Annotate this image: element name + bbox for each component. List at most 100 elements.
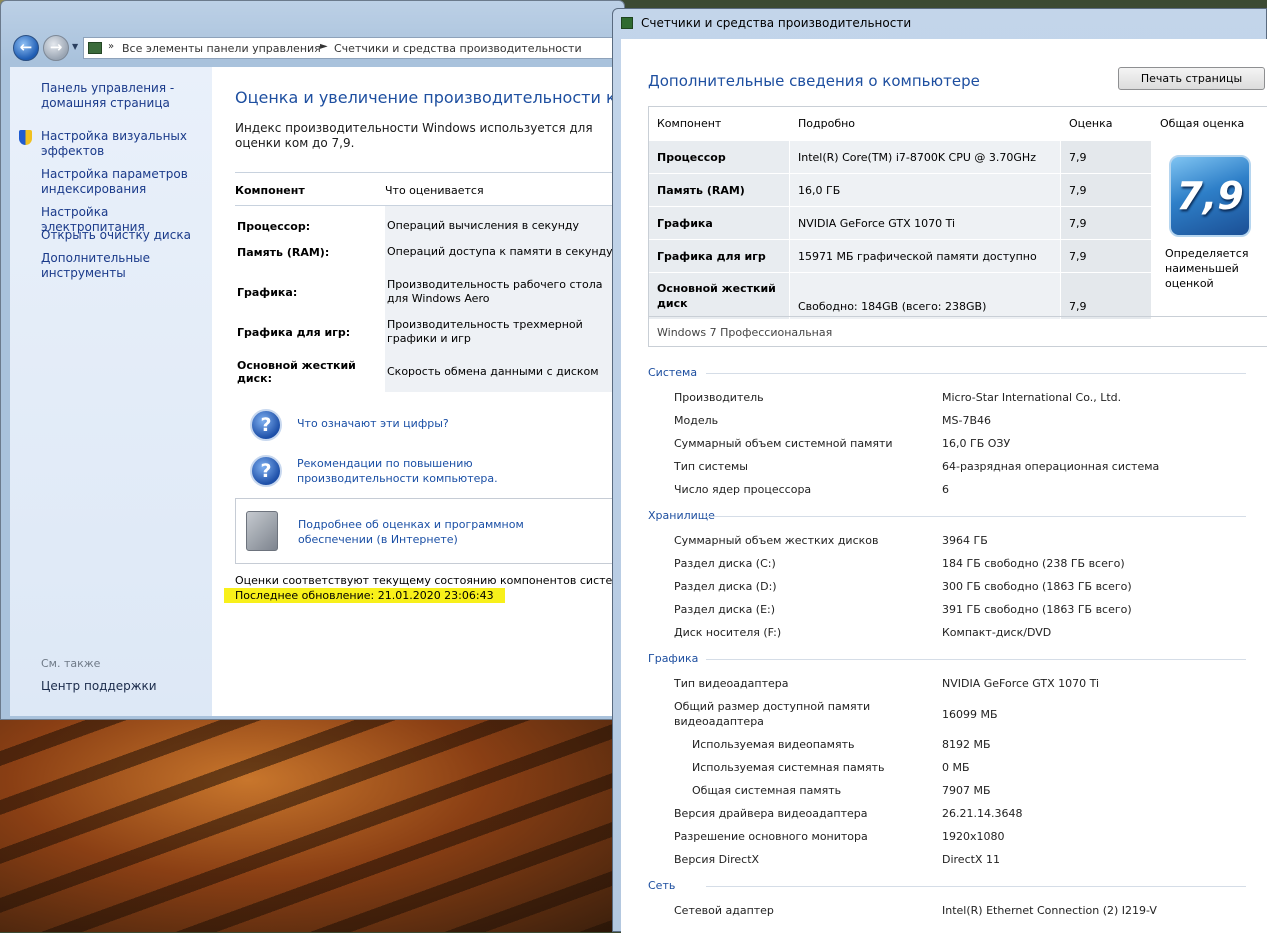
- software-box-icon: [246, 511, 278, 551]
- table-row: Память (RAM) 16,0 ГБ 7,9: [649, 174, 1151, 206]
- help-icon: ?: [250, 409, 282, 441]
- header-rated: Что оценивается: [385, 184, 484, 197]
- component-score: 7,9: [1061, 174, 1151, 206]
- graphics-shared-memory-label: Общая системная память: [692, 784, 842, 797]
- improve-performance-link[interactable]: Рекомендации по повышению производительн…: [297, 456, 537, 486]
- table-row: Графика для игр 15971 МБ графической пам…: [649, 240, 1151, 272]
- row-label: Основной жесткий диск:: [237, 359, 356, 385]
- component-details: Intel(R) Core(TM) i7-8700K CPU @ 3.70GHz: [790, 141, 1060, 173]
- wallpaper-ground: [0, 715, 620, 932]
- component-name: Память (RAM): [649, 174, 789, 206]
- breadcrumb-item-performance[interactable]: Счетчики и средства производительности: [334, 42, 582, 55]
- back-button[interactable]: ←: [13, 35, 39, 61]
- forward-button[interactable]: →: [43, 35, 69, 61]
- table-row: Основной жесткий диск: Скорость обмена д…: [235, 352, 615, 392]
- section-storage-title: Хранилище: [648, 509, 1248, 522]
- component-score: 7,9: [1061, 273, 1151, 319]
- window-title: Счетчики и средства производительности: [641, 16, 912, 30]
- storage-c-value: 184 ГБ свободно (238 ГБ всего): [942, 557, 1125, 570]
- sidebar-item-visual-effects[interactable]: Настройка визуальных эффектов: [19, 129, 206, 159]
- storage-f-label: Диск носителя (F:): [674, 626, 782, 639]
- graphics-video-memory-value: 8192 МБ: [942, 738, 991, 751]
- control-panel-icon: [88, 42, 102, 54]
- breadcrumb-item-all-items[interactable]: Все элементы панели управления: [122, 42, 321, 55]
- main-panel: Оценка и увеличение производительности к…: [224, 67, 624, 716]
- see-also-label: См. также: [41, 657, 101, 670]
- print-page-button[interactable]: Печать страницы: [1118, 67, 1265, 90]
- network-adapter-label: Сетевой адаптер: [674, 904, 774, 917]
- graphics-resolution-label: Разрешение основного монитора: [674, 830, 868, 843]
- section-graphics-title: Графика: [648, 652, 1248, 665]
- graphics-resolution-value: 1920x1080: [942, 830, 1005, 843]
- what-numbers-mean-link[interactable]: Что означают эти цифры?: [297, 416, 449, 431]
- breadcrumb-separator-icon[interactable]: »: [108, 41, 114, 52]
- storage-total-label: Суммарный объем жестких дисков: [674, 534, 879, 547]
- base-score-badge: 7,9: [1169, 155, 1251, 237]
- forward-arrow-icon: →: [49, 38, 63, 56]
- graphics-total-memory-label: Общий размер доступной памяти видеоадапт…: [674, 700, 871, 728]
- header-base-score: Общая оценка: [1160, 117, 1245, 130]
- sidebar-item-disk-cleanup[interactable]: Открыть очистку диска: [41, 228, 206, 243]
- graphics-adapter-label: Тип видеоадаптера: [674, 677, 789, 690]
- table-row: Основной жесткий диск Свободно: 184GB (в…: [649, 273, 1151, 319]
- base-score-note: Определяется наименьшей оценкой: [1165, 247, 1249, 290]
- row-description: Скорость обмена данными с диском: [385, 352, 615, 392]
- details-heading: Дополнительные сведения о компьютере: [648, 72, 980, 90]
- sidebar-item-home[interactable]: Панель управления - домашняя страница: [41, 81, 206, 111]
- address-bar: ← → ▼ » Все элементы панели управления ►…: [9, 33, 624, 63]
- score-table-header: Компонент Подробно Оценка Общая оценка: [649, 107, 1267, 140]
- header-score: Оценка: [1069, 117, 1113, 130]
- graphics-directx-value: DirectX 11: [942, 853, 1000, 866]
- component-score: 7,9: [1061, 141, 1151, 173]
- table-row: Графика для игр: Производительность трех…: [235, 312, 615, 352]
- system-cores-label: Число ядер процессора: [674, 483, 812, 496]
- graphics-system-memory-used-value: 0 МБ: [942, 761, 970, 774]
- component-details: Свободно: 184GB (всего: 238GB): [790, 273, 1060, 319]
- storage-total-value: 3964 ГБ: [942, 534, 988, 547]
- component-score: 7,9: [1061, 207, 1151, 239]
- breadcrumb-separator-icon[interactable]: ►: [320, 41, 328, 52]
- graphics-driver-value: 26.21.14.3648: [942, 807, 1023, 820]
- graphics-video-memory-label: Используемая видеопамять: [692, 738, 855, 751]
- help-row: ? Рекомендации по повышению производител…: [250, 455, 610, 491]
- system-memory-label: Суммарный объем системной памяти: [674, 437, 893, 450]
- last-update-text: Последнее обновление: 21.01.2020 23:06:4…: [224, 588, 505, 603]
- storage-d-label: Раздел диска (D:): [674, 580, 777, 593]
- section-system-title: Система: [648, 366, 1248, 379]
- help-icon: ?: [250, 455, 282, 487]
- rating-table-header: Компонент Что оценивается: [235, 172, 615, 206]
- system-model-value: MS-7B46: [942, 414, 991, 427]
- graphics-driver-label: Версия драйвера видеоадаптера: [674, 807, 868, 820]
- row-label: Графика:: [237, 285, 298, 299]
- details-window-titlebar[interactable]: Счетчики и средства производительности: [621, 15, 1261, 33]
- storage-c-label: Раздел диска (C:): [674, 557, 776, 570]
- storage-d-value: 300 ГБ свободно (1863 ГБ всего): [942, 580, 1132, 593]
- support-center-link[interactable]: Центр поддержки: [41, 679, 157, 693]
- help-row: ? Что означают эти цифры?: [250, 409, 610, 443]
- component-score: 7,9: [1061, 240, 1151, 272]
- row-label: Память (RAM):: [237, 245, 330, 259]
- os-edition: Windows 7 Профессиональная: [649, 316, 1267, 348]
- graphics-adapter-value: NVIDIA GeForce GTX 1070 Ti: [942, 677, 1100, 690]
- history-dropdown-icon[interactable]: ▼: [72, 42, 78, 51]
- row-label: Графика для игр:: [237, 325, 351, 339]
- header-details: Подробно: [798, 117, 856, 130]
- component-name: Графика для игр: [649, 240, 789, 272]
- details-window: Счетчики и средства производительности Д…: [612, 8, 1267, 933]
- sidebar-item-indexing[interactable]: Настройка параметров индексирования: [41, 167, 206, 197]
- graphics-shared-memory-value: 7907 МБ: [942, 784, 991, 797]
- address-field[interactable]: » Все элементы панели управления ► Счетч…: [83, 37, 623, 59]
- system-model-label: Модель: [674, 414, 719, 427]
- online-details-link[interactable]: Подробнее об оценках и программном обесп…: [298, 517, 538, 547]
- status-text: Оценки соответствуют текущему состоянию …: [235, 574, 624, 587]
- page-title: Оценка и увеличение производительности к…: [235, 88, 624, 107]
- details-content: Дополнительные сведения о компьютере Печ…: [621, 39, 1267, 933]
- control-panel-content: Панель управления - домашняя страница На…: [10, 67, 624, 716]
- system-cores-value: 6: [942, 483, 949, 496]
- sidebar-item-advanced-tools[interactable]: Дополнительные инструменты: [41, 251, 206, 281]
- header-component: Компонент: [235, 184, 305, 197]
- online-info-box: Подробнее об оценках и программном обесп…: [235, 498, 615, 564]
- system-manufacturer-value: Micro-Star International Co., Ltd.: [942, 391, 1122, 404]
- row-description: Производительность трехмерной графики и …: [385, 312, 615, 352]
- sidebar: Панель управления - домашняя страница На…: [10, 67, 212, 716]
